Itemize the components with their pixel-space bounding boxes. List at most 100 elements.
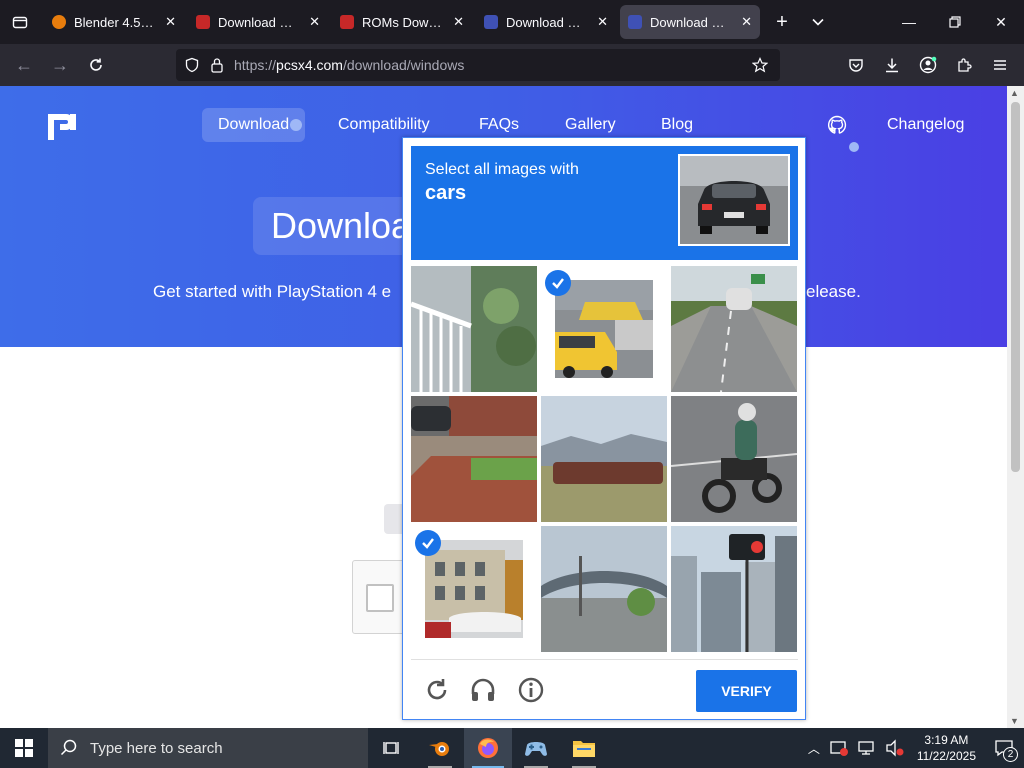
tab-roms[interactable]: ROMs Download ✕	[332, 5, 472, 39]
network-icon[interactable]	[857, 739, 877, 757]
close-window-button[interactable]: ✕	[978, 0, 1024, 44]
close-tab-icon[interactable]: ✕	[453, 14, 464, 30]
tracking-protection-shield-icon[interactable]	[184, 57, 200, 73]
tab-blender[interactable]: Blender 4.5 LTS — ✕	[44, 5, 184, 39]
minimize-button[interactable]: —	[886, 0, 932, 44]
scrollbar-thumb[interactable]	[1011, 102, 1020, 472]
tab-gta[interactable]: Download Grand Theft Auto ✕	[188, 5, 328, 39]
tab-list-icon	[12, 16, 28, 29]
show-hidden-icons-chevron-up-icon[interactable]: ︿	[803, 740, 825, 757]
forward-button[interactable]: →	[42, 49, 78, 81]
tab-list-button[interactable]	[0, 0, 40, 44]
menu-button[interactable]	[982, 49, 1018, 81]
scroll-up-icon[interactable]: ▲	[1010, 88, 1019, 98]
tab-title: Download PCSX4	[650, 14, 733, 30]
account-button[interactable]	[910, 49, 946, 81]
challenge-tile-selected[interactable]	[411, 526, 537, 652]
notification-count-badge: 2	[1003, 747, 1018, 762]
taskbar-search-box[interactable]: Type here to search	[48, 728, 368, 768]
headphones-audio-icon[interactable]	[469, 676, 497, 704]
nav-changelog[interactable]: Changelog	[887, 108, 964, 142]
tab-title: Download Grand Theft Auto	[218, 14, 302, 30]
challenge-tile[interactable]	[671, 396, 797, 522]
tile-image	[671, 526, 797, 652]
nav-gallery-label: Gallery	[565, 116, 616, 133]
recaptcha-checkbox[interactable]	[366, 584, 394, 612]
chevron-down-icon	[812, 18, 824, 26]
clock-date: 11/22/2025	[916, 749, 976, 763]
close-tab-icon[interactable]: ✕	[165, 14, 176, 30]
taskbar-pcsx4[interactable]	[512, 728, 560, 768]
bookmark-star-icon[interactable]	[752, 57, 768, 73]
challenge-tile-selected[interactable]	[541, 266, 667, 392]
tile-image	[541, 396, 667, 522]
pocket-button[interactable]	[838, 49, 874, 81]
tab-pcsx4[interactable]: Download PCSX4 ✕	[476, 5, 616, 39]
tab-pcsx4-active[interactable]: Download PCSX4 ✕	[620, 5, 760, 39]
verify-button[interactable]: VERIFY	[696, 670, 797, 712]
taskbar-firefox[interactable]	[464, 728, 512, 768]
plus-icon: +	[776, 10, 788, 33]
taskbar-blender[interactable]	[416, 728, 464, 768]
close-tab-icon[interactable]: ✕	[597, 14, 608, 30]
reload-icon	[90, 58, 102, 71]
challenge-header: Select all images with cars	[411, 146, 798, 260]
nav-blog-label: Blog	[661, 116, 694, 133]
tab-title: Download PCSX4	[506, 14, 589, 30]
restore-button[interactable]	[932, 0, 978, 44]
tile-image	[411, 266, 537, 392]
site-favicon-icon	[340, 15, 354, 29]
close-tab-icon[interactable]: ✕	[309, 14, 320, 30]
reload-challenge-icon[interactable]	[423, 676, 451, 704]
folder-icon	[573, 741, 595, 757]
address-bar[interactable]: https://pcsx4.com/download/windows	[176, 49, 780, 81]
pocket-icon	[849, 59, 863, 72]
taskbar-clock[interactable]: 3:19 AM 11/22/2025	[917, 732, 976, 764]
challenge-tile[interactable]	[541, 526, 667, 652]
reload-button[interactable]	[78, 49, 114, 81]
extensions-button[interactable]	[946, 49, 982, 81]
challenge-tile[interactable]	[671, 266, 797, 392]
windows-logo-icon	[15, 739, 33, 757]
decorative-dot	[849, 142, 859, 152]
decorative-dot	[290, 119, 302, 131]
car-rear-image	[680, 156, 788, 244]
lock-icon[interactable]	[210, 57, 224, 73]
new-tab-button[interactable]: +	[764, 5, 800, 39]
nav-download-label: Download	[218, 116, 290, 133]
close-tab-icon[interactable]: ✕	[741, 14, 752, 30]
downloads-button[interactable]	[874, 49, 910, 81]
list-all-tabs-button[interactable]	[800, 5, 836, 39]
volume-muted-icon[interactable]	[885, 739, 905, 757]
pcsx4-favicon-icon	[628, 15, 642, 29]
blender-icon	[429, 742, 449, 756]
url-path: /download/windows	[342, 57, 465, 73]
account-icon	[919, 56, 937, 74]
page-scrollbar[interactable]: ▲ ▼	[1007, 86, 1024, 728]
task-view-button[interactable]	[368, 728, 416, 768]
challenge-tile[interactable]	[671, 526, 797, 652]
gamepad-icon	[525, 742, 547, 756]
scroll-down-icon[interactable]: ▼	[1010, 716, 1019, 726]
taskbar-file-explorer[interactable]	[560, 728, 608, 768]
back-button[interactable]: ←	[6, 49, 42, 81]
windows-taskbar: Type here to search ︿ 3:19 AM 11/22/2025…	[0, 728, 1024, 768]
nav-github[interactable]	[827, 108, 847, 142]
challenge-tile[interactable]	[411, 266, 537, 392]
recaptcha-challenge-dialog: Select all images with cars VERIFY	[402, 137, 806, 720]
start-button[interactable]	[0, 728, 48, 768]
security-notification-icon[interactable]	[829, 739, 849, 757]
blender-favicon-icon	[52, 15, 66, 29]
tile-image	[541, 526, 667, 652]
site-favicon-icon	[196, 15, 210, 29]
info-icon[interactable]	[517, 676, 545, 704]
url-host: pcsx4.com	[276, 57, 343, 73]
nav-compatibility-label: Compatibility	[338, 116, 430, 133]
arrow-left-icon: ←	[15, 54, 33, 75]
download-icon	[886, 58, 898, 73]
challenge-tile[interactable]	[541, 396, 667, 522]
arrow-right-icon: →	[51, 54, 69, 75]
action-center-button[interactable]: 2	[984, 728, 1024, 768]
selected-check-icon	[415, 530, 441, 556]
challenge-tile[interactable]	[411, 396, 537, 522]
